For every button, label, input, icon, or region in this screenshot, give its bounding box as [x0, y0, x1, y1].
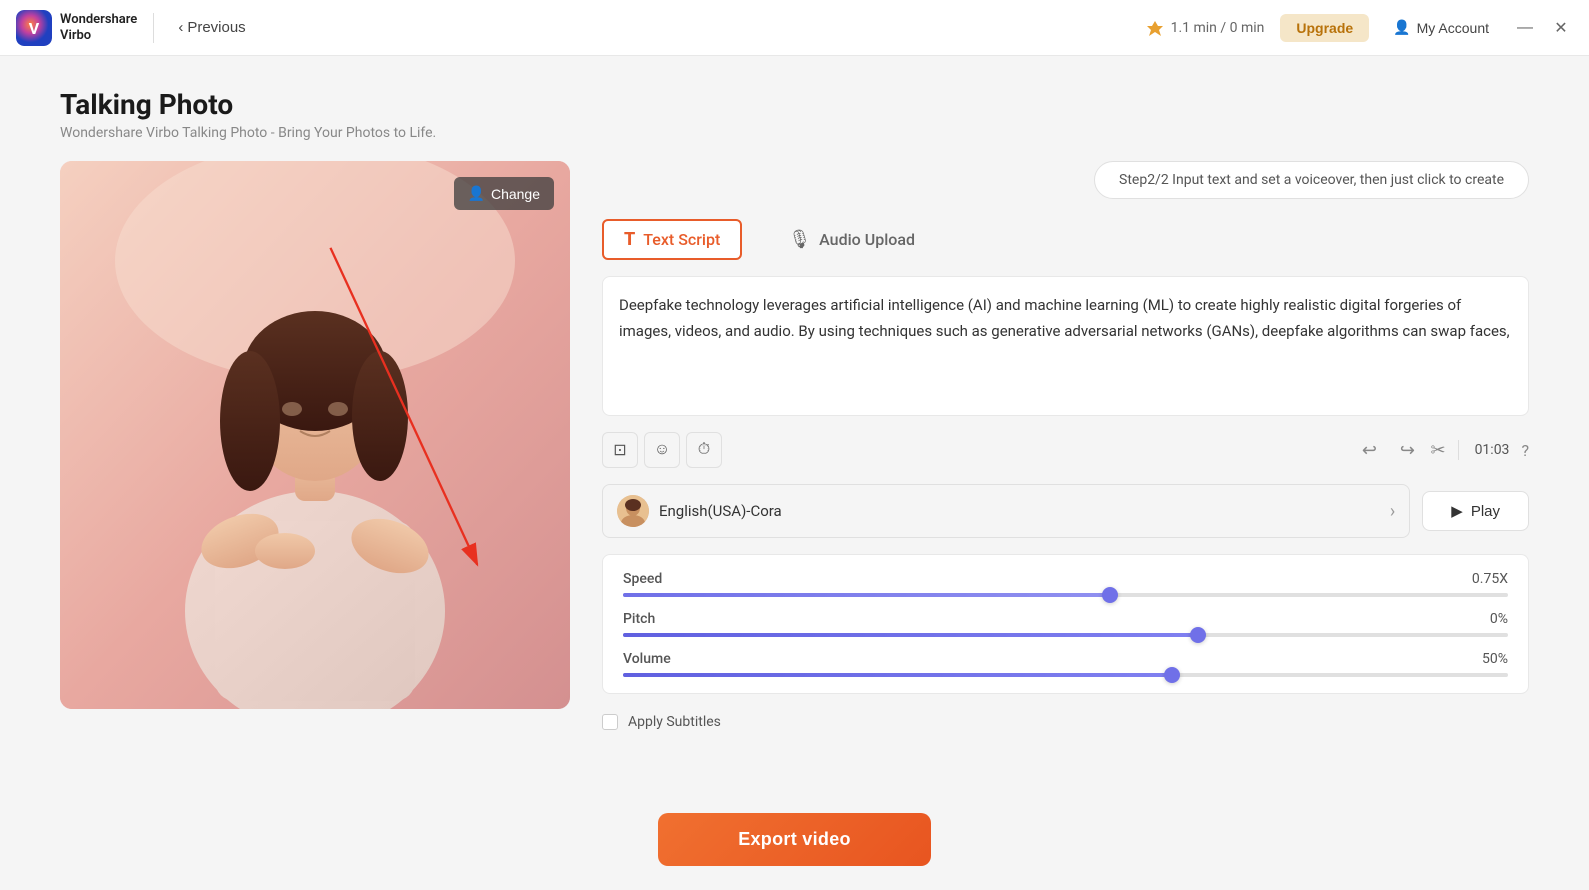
text-script-label: Text Script: [643, 230, 720, 249]
undo-icon: ↩: [1362, 440, 1377, 461]
export-button[interactable]: Export video: [658, 813, 931, 866]
change-button[interactable]: 👤 Change: [454, 177, 554, 210]
photo-panel: 👤 Change: [60, 161, 570, 797]
change-label: Change: [491, 186, 540, 202]
account-button[interactable]: 👤 My Account: [1385, 15, 1497, 40]
page-subtitle: Wondershare Virbo Talking Photo - Bring …: [60, 125, 1529, 141]
subtitles-row: Apply Subtitles: [602, 714, 1529, 730]
toolbar-emoji-btn[interactable]: ☺: [644, 432, 680, 468]
person-icon: 👤: [468, 185, 485, 202]
audio-upload-label: Audio Upload: [819, 230, 915, 249]
page-title: Talking Photo: [60, 88, 1529, 121]
sliders-section: Speed 0.75X Pitch 0%: [602, 554, 1529, 694]
minimize-button[interactable]: —: [1513, 16, 1537, 40]
usage-icon: [1145, 18, 1165, 38]
text-script-area[interactable]: Deepfake technology leverages artificial…: [602, 276, 1529, 416]
time-display: 01:03: [1475, 442, 1510, 458]
previous-button[interactable]: ‹ Previous: [170, 15, 253, 40]
toolbar-divider: [1458, 440, 1459, 460]
toolbar-timer-btn[interactable]: ⏱: [686, 432, 722, 468]
redo-button[interactable]: ↪: [1392, 435, 1422, 465]
script-text: Deepfake technology leverages artificial…: [619, 293, 1512, 344]
chevron-right-icon: ›: [1390, 501, 1395, 522]
chevron-left-icon: ‹: [178, 19, 183, 36]
subtitles-label: Apply Subtitles: [628, 714, 721, 730]
logo-area: V Wondershare Virbo: [16, 10, 137, 46]
volume-value: 50%: [1482, 651, 1508, 667]
photo-container: 👤 Change: [60, 161, 570, 709]
account-icon: 👤: [1393, 19, 1410, 36]
voice-name: English(USA)-Cora: [659, 502, 1380, 520]
timer-icon: ⏱: [698, 441, 710, 459]
redo-icon: ↪: [1400, 440, 1415, 461]
tab-text-script[interactable]: T Text Script: [602, 219, 742, 260]
page-header: Talking Photo Wondershare Virbo Talking …: [60, 88, 1529, 141]
export-section: Export video: [60, 813, 1529, 866]
app-name-line1: Wondershare: [60, 12, 137, 28]
play-icon: ▶: [1451, 502, 1463, 520]
previous-label: Previous: [187, 19, 245, 36]
voice-avatar: [617, 495, 649, 527]
text-icon: T: [624, 229, 635, 250]
toolbar-text-btn[interactable]: ⊡: [602, 432, 638, 468]
app-logo-icon: V: [16, 10, 52, 46]
emoji-icon: ☺: [654, 441, 670, 459]
usage-area: 1.1 min / 0 min: [1145, 18, 1265, 38]
content-area: 👤 Change Step2/2 Input text and set a vo…: [60, 161, 1529, 797]
pitch-label: Pitch: [623, 611, 655, 627]
scissor-icon: ✂: [1430, 440, 1445, 460]
account-label: My Account: [1417, 20, 1489, 36]
mic-icon: 🎙: [788, 229, 811, 250]
titlebar: V Wondershare Virbo ‹ Previous 1.1 min /…: [0, 0, 1589, 56]
voice-row: English(USA)-Cora › ▶ Play: [602, 484, 1529, 538]
volume-slider[interactable]: [623, 673, 1508, 677]
pitch-slider-row: Pitch 0%: [623, 611, 1508, 637]
usage-text: 1.1 min / 0 min: [1171, 20, 1265, 36]
close-button[interactable]: ✕: [1549, 16, 1573, 40]
speed-slider[interactable]: [623, 593, 1508, 597]
help-icon[interactable]: ?: [1521, 441, 1529, 460]
voice-avatar-image: [617, 495, 649, 527]
svg-text:V: V: [29, 19, 40, 38]
volume-slider-row: Volume 50%: [623, 651, 1508, 677]
speed-label: Speed: [623, 571, 662, 587]
text-format-icon: ⊡: [613, 440, 626, 460]
clear-button[interactable]: ✂: [1430, 440, 1445, 461]
photo-image: [60, 161, 570, 709]
toolbar-actions: ↩ ↪ ✂ 01:03 ?: [1354, 435, 1529, 465]
titlebar-divider: [153, 13, 154, 43]
right-panel: Step2/2 Input text and set a voiceover, …: [602, 161, 1529, 797]
speed-slider-row: Speed 0.75X: [623, 571, 1508, 597]
app-name-line2: Virbo: [60, 28, 137, 44]
voice-selector[interactable]: English(USA)-Cora ›: [602, 484, 1410, 538]
tab-audio-upload[interactable]: 🎙 Audio Upload: [766, 219, 937, 260]
tabs-row: T Text Script 🎙 Audio Upload: [602, 219, 1529, 260]
window-controls: — ✕: [1513, 16, 1573, 40]
pitch-slider[interactable]: [623, 633, 1508, 637]
volume-label: Volume: [623, 651, 671, 667]
step-indicator: Step2/2 Input text and set a voiceover, …: [1094, 161, 1529, 199]
subtitles-checkbox[interactable]: [602, 714, 618, 730]
upgrade-button[interactable]: Upgrade: [1280, 14, 1369, 42]
play-label: Play: [1471, 503, 1500, 520]
toolbar-row: ⊡ ☺ ⏱ ↩ ↪ ✂: [602, 432, 1529, 468]
play-button[interactable]: ▶ Play: [1422, 491, 1529, 531]
speed-value: 0.75X: [1472, 571, 1508, 587]
pitch-value: 0%: [1490, 611, 1508, 627]
undo-button[interactable]: ↩: [1354, 435, 1384, 465]
main-content: Talking Photo Wondershare Virbo Talking …: [0, 56, 1589, 890]
